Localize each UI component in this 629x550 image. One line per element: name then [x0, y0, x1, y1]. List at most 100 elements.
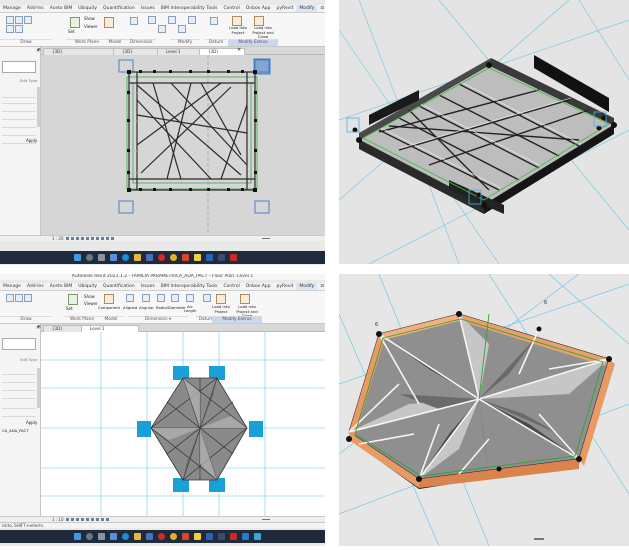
draw-arc-icon[interactable] — [24, 294, 32, 302]
store-icon[interactable] — [146, 533, 153, 540]
menu-aceto[interactable]: Aceto BIM — [47, 283, 76, 290]
type-selector-icon[interactable] — [2, 61, 36, 73]
menu-issues[interactable]: Issues — [138, 283, 158, 290]
set-button[interactable]: Set — [68, 29, 75, 34]
drawing-canvas[interactable] — [41, 55, 325, 235]
search-icon[interactable] — [86, 254, 93, 261]
draw-rect-icon[interactable] — [15, 294, 23, 302]
tab-level-1[interactable]: Level 1 — [81, 325, 139, 332]
menu-pyrevit[interactable]: pyRevit — [274, 283, 297, 290]
menu-ubiquity[interactable]: Ubiquity — [75, 5, 100, 12]
type-selector-icon[interactable] — [2, 338, 36, 350]
prop-row[interactable] — [2, 412, 36, 417]
start-icon[interactable] — [74, 254, 81, 261]
draw-circle-icon[interactable] — [6, 25, 14, 33]
load-into-project-button[interactable]: Load into Project — [228, 25, 248, 35]
menu-addins[interactable]: Add-Ins — [24, 283, 47, 290]
prop-row[interactable] — [2, 378, 36, 383]
menu-manage[interactable]: Manage — [0, 283, 24, 290]
app3-icon[interactable] — [254, 533, 261, 540]
pdf-icon[interactable] — [230, 533, 237, 540]
opera-icon[interactable] — [158, 533, 165, 540]
angular-button[interactable]: Angular — [139, 305, 154, 310]
search-icon[interactable] — [86, 533, 93, 540]
draw-line-icon[interactable] — [6, 294, 14, 302]
tab-3d-2[interactable]: {3D} — [113, 48, 163, 55]
prop-row[interactable] — [2, 93, 36, 98]
close-icon[interactable]: ✕ — [37, 48, 41, 53]
edge-icon[interactable] — [122, 254, 129, 261]
viewer-button[interactable]: Viewer — [84, 24, 98, 29]
menu-control[interactable]: Control — [220, 5, 242, 12]
component-button[interactable]: Component — [98, 305, 120, 310]
prop-row[interactable] — [2, 386, 36, 391]
show-button[interactable]: Show — [84, 16, 95, 21]
menu-bim-tools[interactable]: BIM Interoperability Tools — [158, 283, 221, 290]
rotate-icon[interactable] — [178, 25, 186, 33]
scale-label[interactable]: 1 : 20 — [52, 236, 64, 241]
notes-icon[interactable] — [194, 254, 201, 261]
edit-type-button[interactable]: Edit Type — [20, 78, 37, 83]
app2-icon[interactable] — [242, 533, 249, 540]
menu-onbox[interactable]: Onbox App — [243, 5, 274, 12]
app-icon[interactable] — [182, 533, 189, 540]
edge-icon[interactable] — [122, 533, 129, 540]
prop-row[interactable] — [2, 404, 36, 409]
chrome-icon[interactable] — [170, 254, 177, 261]
set-button[interactable]: Set — [66, 306, 73, 311]
draw-rect-icon[interactable] — [15, 16, 23, 24]
load-into-project-close-button[interactable]: Load into Project and Close — [248, 25, 278, 40]
files-icon[interactable] — [110, 533, 117, 540]
scrollbar-handle[interactable] — [262, 238, 270, 239]
viewer-button[interactable]: Viewer — [84, 301, 98, 306]
copy-icon[interactable] — [168, 16, 176, 24]
draw-spline-icon[interactable] — [15, 25, 23, 33]
close-icon[interactable]: ✕ — [37, 325, 41, 330]
measure-icon[interactable] — [210, 17, 218, 25]
chrome-icon[interactable] — [170, 533, 177, 540]
menu-pyrevit[interactable]: pyRevit — [274, 5, 297, 12]
prop-row[interactable] — [2, 123, 36, 128]
menu-manage[interactable]: Manage — [0, 5, 24, 12]
aligned-button[interactable]: Aligned — [123, 305, 137, 310]
component-icon[interactable] — [104, 17, 114, 28]
show-button[interactable]: Show — [84, 294, 95, 299]
align-icon[interactable] — [148, 16, 156, 24]
datum-icon[interactable] — [203, 294, 211, 302]
menu-bim-tools[interactable]: BIM Interoperability Tools — [158, 5, 221, 12]
diameter-icon[interactable] — [171, 294, 179, 302]
tab-3d-1[interactable]: {3D} — [43, 48, 119, 55]
set-icon[interactable] — [70, 17, 80, 28]
pdf-icon[interactable] — [230, 254, 237, 261]
menu-issues[interactable]: Issues — [138, 5, 158, 12]
taskview-icon[interactable] — [98, 533, 105, 540]
component-icon[interactable] — [104, 294, 114, 304]
opera-icon[interactable] — [158, 254, 165, 261]
set-icon[interactable] — [68, 294, 78, 305]
scrollbar-handle[interactable] — [262, 519, 270, 520]
apply-button[interactable]: Apply — [26, 420, 37, 425]
trim-icon[interactable] — [188, 16, 196, 24]
menu-control[interactable]: Control — [220, 283, 242, 290]
menu-addins[interactable]: Add-Ins — [24, 5, 47, 12]
menu-ubiquity[interactable]: Ubiquity — [75, 283, 100, 290]
view-controls-icon[interactable] — [66, 237, 116, 240]
props-scrollbar[interactable] — [37, 368, 40, 408]
prop-row[interactable] — [2, 107, 36, 112]
files-icon[interactable] — [110, 254, 117, 261]
store-icon[interactable] — [146, 254, 153, 261]
draw-line-icon[interactable] — [6, 16, 14, 24]
revit-icon[interactable] — [206, 254, 213, 261]
prop-row[interactable] — [2, 394, 36, 399]
props-scrollbar[interactable] — [37, 87, 40, 127]
menu-more[interactable]: ⊡ ▾ — [317, 283, 325, 290]
menu-quantification[interactable]: Quantification — [100, 283, 138, 290]
start-icon[interactable] — [74, 533, 81, 540]
mail-icon[interactable] — [218, 533, 225, 540]
load-into-project-button[interactable]: Load into Project — [211, 304, 231, 314]
drawing-canvas[interactable] — [41, 332, 325, 516]
draw-arc-icon[interactable] — [24, 16, 32, 24]
prop-row[interactable] — [2, 99, 36, 104]
menu-quantification[interactable]: Quantification — [100, 5, 138, 12]
load-project-icon[interactable] — [216, 294, 226, 304]
